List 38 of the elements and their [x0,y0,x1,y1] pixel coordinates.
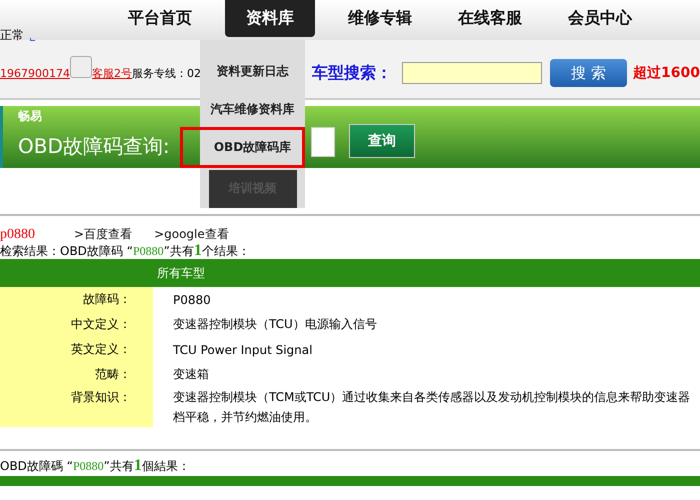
qq-number-link[interactable]: 1967900174 [0,66,70,80]
nav-tab[interactable]: 资料库 [225,0,315,37]
field-label: 故障码： [0,287,153,312]
menu-item[interactable]: OBD故障码库 [180,126,305,168]
field-value: 变速箱 [153,362,700,387]
model-search-label: 车型搜索： [312,62,392,84]
field-value: 变速器控制模块（TCM或TCU）通过收集来自各类传感器以及发动机控制模块的信息来帮助变速器 [153,387,700,407]
search-link[interactable]: >百度查看 [74,226,132,243]
query-button[interactable]: 查询 [349,124,415,158]
field-value: 变速器控制模块（TCU）电源输入信号 [153,312,700,337]
result-summary: OBD故障碼 “P0880”共有1個結果： [0,457,191,474]
search-button[interactable]: 搜 索 [550,59,628,87]
nav-tab[interactable]: 会员中心 [545,0,655,37]
nav-tab[interactable]: 平台首页 [105,0,215,37]
field-value: 档平稳，并节约燃油使用。 [153,407,700,427]
menu-item[interactable]: 资料更新日志 [216,52,288,90]
menu-item[interactable]: 汽车维修资料库 [210,90,294,129]
field-label: 英文定义： [0,337,153,362]
field-value: P0880 [153,287,700,312]
brand-text: 畅易 [18,108,42,125]
code-field[interactable] [311,127,335,157]
field-label: 范畴： [0,362,153,387]
nav-tab[interactable]: 维修专辑 [325,0,435,37]
table-header: 所有车型 [0,259,700,287]
search-link[interactable]: >google查看 [154,226,229,243]
model-search-field[interactable] [402,62,542,84]
query-code: p0880 [0,227,36,243]
banner-title: OBD故障码查询: [18,132,170,160]
hotline-text: 服务专线：02 [132,66,201,80]
customer-service-link[interactable]: 客服2号 [92,66,132,80]
field-label: 背景知识： [0,387,153,407]
nav-tab[interactable]: 在线客服 [435,0,545,37]
link-mark-icon [30,38,35,41]
result-summary: 检索结果：OBD故障码 “P0880”共有1个结果： [0,242,251,259]
promo-text: 超过1600 [633,64,700,82]
field-value: TCU Power Input Signal [153,337,700,362]
status-text: 正常 [0,27,24,44]
field-label: 中文定义： [0,312,153,337]
